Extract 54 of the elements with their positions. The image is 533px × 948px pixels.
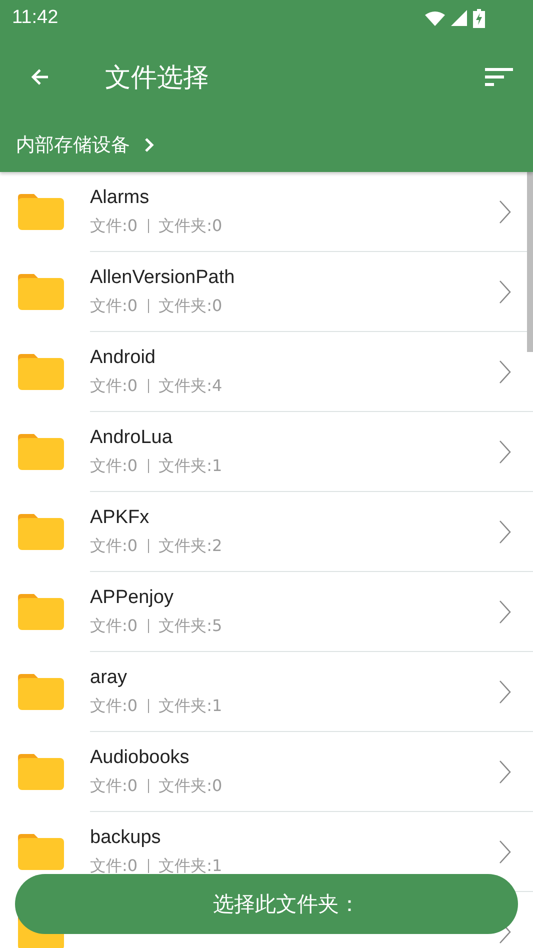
chevron-right-icon xyxy=(499,840,511,864)
chevron-right-icon xyxy=(499,440,511,464)
folder-name: backups xyxy=(90,826,162,848)
chevron-right-icon xyxy=(499,360,511,384)
folder-count: 文件夹:4 xyxy=(158,376,222,396)
chevron-right-icon xyxy=(499,600,511,624)
folder-count: 文件夹:0 xyxy=(158,216,222,236)
status-time: 11:42 xyxy=(12,7,58,29)
folder-icon xyxy=(18,674,64,710)
folder-name: Alarms xyxy=(90,186,150,208)
file-count: 文件:0 xyxy=(90,776,138,796)
folder-count: 文件夹:2 xyxy=(158,536,222,556)
folder-count: 文件夹:1 xyxy=(158,696,222,716)
file-count: 文件:0 xyxy=(90,216,138,236)
chevron-right-icon xyxy=(499,280,511,304)
folder-icon xyxy=(18,594,64,630)
folder-name: APPenjoy xyxy=(90,586,174,608)
folder-name: Android xyxy=(90,346,156,368)
file-count: 文件:0 xyxy=(90,376,138,396)
folder-icon xyxy=(18,274,64,310)
file-count: 文件:0 xyxy=(90,616,138,636)
folder-count: 文件夹:5 xyxy=(158,616,222,636)
folder-icon xyxy=(18,194,64,230)
chevron-right-icon xyxy=(499,520,511,544)
chevron-right-icon xyxy=(499,760,511,784)
select-folder-button[interactable]: 选择此文件夹： xyxy=(15,874,518,934)
file-count: 文件:0 xyxy=(90,296,138,316)
toolbar-title: 文件选择 xyxy=(105,62,210,94)
chevron-right-icon xyxy=(499,200,511,224)
chevron-right-icon xyxy=(144,137,155,153)
folder-name: APKFx xyxy=(90,506,150,528)
folder-count: 文件夹:0 xyxy=(158,296,222,316)
folder-icon xyxy=(18,754,64,790)
folder-name: AndroLua xyxy=(90,426,174,448)
folder-icon xyxy=(18,354,64,390)
folder-icon xyxy=(18,834,64,870)
folder-count: 文件夹:1 xyxy=(158,456,222,476)
folder-name: aray xyxy=(90,666,128,688)
wifi-icon xyxy=(425,10,445,26)
sort-icon[interactable] xyxy=(485,68,513,86)
folder-name: AllenVersionPath xyxy=(90,266,236,288)
folder-icon xyxy=(18,514,64,550)
breadcrumb-item[interactable]: 内部存储设备 xyxy=(16,132,130,158)
file-count: 文件:0 xyxy=(90,856,138,876)
folder-count: 文件夹:1 xyxy=(158,856,222,876)
file-count: 文件:0 xyxy=(90,456,138,476)
signal-icon xyxy=(451,10,467,26)
folder-name: Audiobooks xyxy=(90,746,190,768)
file-count: 文件:0 xyxy=(90,536,138,556)
battery-icon xyxy=(473,8,485,28)
chevron-right-icon xyxy=(499,680,511,704)
folder-count: 文件夹:0 xyxy=(158,776,222,796)
folder-icon xyxy=(18,434,64,470)
file-count: 文件:0 xyxy=(90,696,138,716)
